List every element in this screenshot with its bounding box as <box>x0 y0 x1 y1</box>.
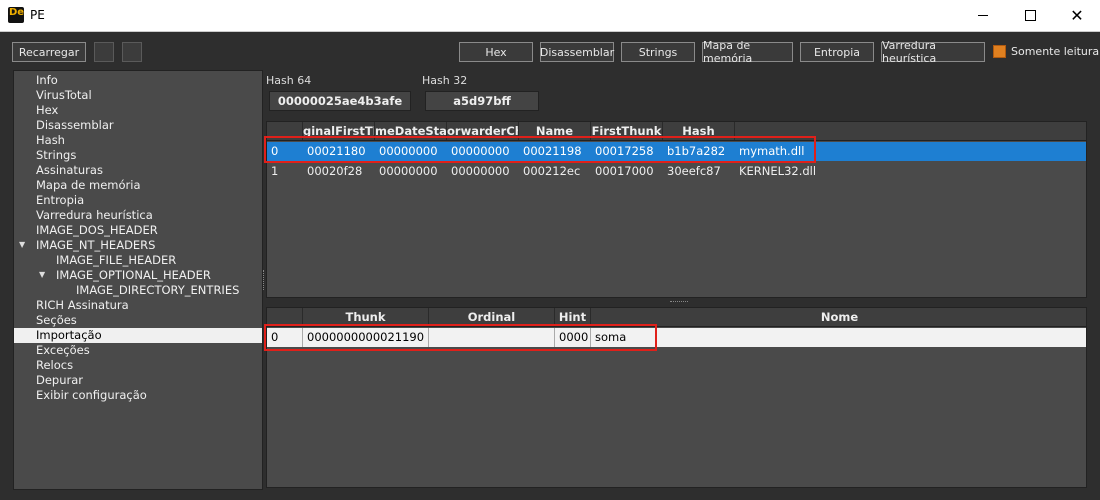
hex-button[interactable]: Hex <box>459 42 533 62</box>
table-cell: 00021198 <box>523 144 582 158</box>
reload-button[interactable]: Recarregar <box>12 42 86 62</box>
tree-item-nt-headers[interactable]: IMAGE_NT_HEADERS <box>36 238 155 253</box>
tree-item-show-config[interactable]: Exibir configuração <box>36 388 147 403</box>
tree-item-optional-header[interactable]: IMAGE_OPTIONAL_HEADER <box>56 268 211 283</box>
table-cell: 00000000 <box>379 144 438 158</box>
hash32-value: a5d97bff <box>425 91 539 111</box>
column-header-thunk[interactable]: Thunk <box>303 308 429 326</box>
tree-item-virustotal[interactable]: VirusTotal <box>36 88 92 103</box>
tree-item-dos-header[interactable]: IMAGE_DOS_HEADER <box>36 223 158 238</box>
table-cell: 00000000 <box>451 144 510 158</box>
column-header[interactable] <box>267 122 303 140</box>
hash64-value: 00000025ae4b3afe <box>269 91 411 111</box>
table-cell: 1 <box>271 164 279 178</box>
table-cell: KERNEL32.dll <box>739 164 817 178</box>
strings-button[interactable]: Strings <box>621 42 695 62</box>
minimize-button[interactable] <box>960 0 1006 31</box>
heuristic-scan-button[interactable]: Varredura heurística <box>881 39 985 65</box>
app-icon: De <box>8 7 24 23</box>
tree-item-disassemble[interactable]: Disassemblar <box>36 118 114 133</box>
tree-item-hash[interactable]: Hash <box>36 133 65 148</box>
column-header-forwarder-chain[interactable]: orwarderCha <box>447 122 519 140</box>
column-header[interactable] <box>267 308 303 326</box>
memory-map-button[interactable]: Mapa de memória <box>702 39 793 65</box>
tree-item-sections[interactable]: Seções <box>36 313 77 328</box>
tree-item-imports[interactable]: Importação <box>14 328 262 343</box>
hash32-label: Hash 32 <box>422 74 468 87</box>
table-cell: 00017000 <box>595 164 654 178</box>
table-cell: 30eefc87 <box>667 164 721 178</box>
tree-item-file-header[interactable]: IMAGE_FILE_HEADER <box>56 253 176 268</box>
column-header[interactable] <box>735 122 1086 140</box>
minimize-icon <box>978 15 988 16</box>
tree-item-info[interactable]: Info <box>36 73 58 88</box>
toolbar: Recarregar Hex Disassemblar Strings Mapa… <box>0 32 1100 70</box>
chevron-down-icon[interactable]: ▼ <box>19 240 25 249</box>
table-cell: 0 <box>267 328 303 347</box>
hash64-label: Hash 64 <box>266 74 312 87</box>
column-header-timedatestamp[interactable]: meDateStan <box>375 122 447 140</box>
table-row[interactable]: 0 00021180 00000000 00000000 00021198 00… <box>267 142 1086 161</box>
table-cell: 0000000000021190 <box>303 328 429 347</box>
tree-item-directory-entries[interactable]: IMAGE_DIRECTORY_ENTRIES <box>76 283 239 298</box>
tree-item-signatures[interactable]: Assinaturas <box>36 163 103 178</box>
table-cell: 0 <box>271 144 279 158</box>
tree-item-strings[interactable]: Strings <box>36 148 76 163</box>
functions-table-header: Thunk Ordinal Hint Nome <box>267 308 1086 327</box>
table-cell: 000212ec <box>523 164 581 178</box>
column-header-ordinal[interactable]: Ordinal <box>429 308 555 326</box>
table-cell: 00017258 <box>595 144 654 158</box>
column-header-name[interactable]: Nome <box>591 308 1086 326</box>
tree-item-entropy[interactable]: Entropia <box>36 193 84 208</box>
close-icon: ✕ <box>1070 5 1084 25</box>
functions-table[interactable]: Thunk Ordinal Hint Nome 0 00000000000211… <box>266 307 1087 488</box>
disassemble-button[interactable]: Disassemblar <box>540 42 614 62</box>
column-header-first-thunk[interactable]: FirstThunk <box>591 122 663 140</box>
table-cell: 0000 <box>555 328 591 347</box>
table-cell <box>429 328 555 347</box>
imports-table-header: ginalFirstThu meDateStan orwarderCha Nam… <box>267 122 1086 141</box>
table-cell: mymath.dll <box>739 144 805 158</box>
table-cell: 00000000 <box>379 164 438 178</box>
horizontal-splitter-handle[interactable] <box>670 301 688 305</box>
window-title: PE <box>30 8 45 22</box>
tree-item-heuristic-scan[interactable]: Varredura heurística <box>36 208 153 223</box>
table-cell: soma <box>595 330 627 344</box>
column-header-hint[interactable]: Hint <box>555 308 591 326</box>
back-button[interactable] <box>94 42 114 62</box>
entropy-button[interactable]: Entropia <box>800 42 874 62</box>
tree-item-hex[interactable]: Hex <box>36 103 58 118</box>
imports-table[interactable]: ginalFirstThu meDateStan orwarderCha Nam… <box>266 121 1087 298</box>
column-header-name[interactable]: Name <box>519 122 591 140</box>
table-row[interactable]: 1 00020f28 00000000 00000000 000212ec 00… <box>267 162 1086 181</box>
column-header-hash[interactable]: Hash <box>663 122 735 140</box>
tree-item-debug[interactable]: Depurar <box>36 373 83 388</box>
table-cell: 00000000 <box>451 164 510 178</box>
maximize-button[interactable] <box>1007 0 1053 31</box>
tree-item-relocs[interactable]: Relocs <box>36 358 73 373</box>
column-header-original-first-thunk[interactable]: ginalFirstThu <box>303 122 375 140</box>
sidebar-tree[interactable]: Info VirusTotal Hex Disassemblar Hash St… <box>13 70 263 490</box>
table-cell: 00020f28 <box>307 164 363 178</box>
readonly-label: Somente leitura <box>1011 45 1100 58</box>
table-cell: b1b7a282 <box>667 144 726 158</box>
table-row[interactable]: 0 0000000000021190 0000 soma <box>267 328 1086 347</box>
forward-button[interactable] <box>122 42 142 62</box>
maximize-icon <box>1024 10 1036 21</box>
tree-item-exceptions[interactable]: Exceções <box>36 343 90 358</box>
readonly-checkbox[interactable] <box>993 45 1006 58</box>
tree-item-memory-map[interactable]: Mapa de memória <box>36 178 141 193</box>
title-bar: De PE ✕ <box>0 0 1100 32</box>
tree-item-rich-signature[interactable]: RICH Assinatura <box>36 298 129 313</box>
table-cell: 00021180 <box>307 144 366 158</box>
close-button[interactable]: ✕ <box>1054 0 1100 31</box>
chevron-down-icon[interactable]: ▼ <box>39 270 45 279</box>
